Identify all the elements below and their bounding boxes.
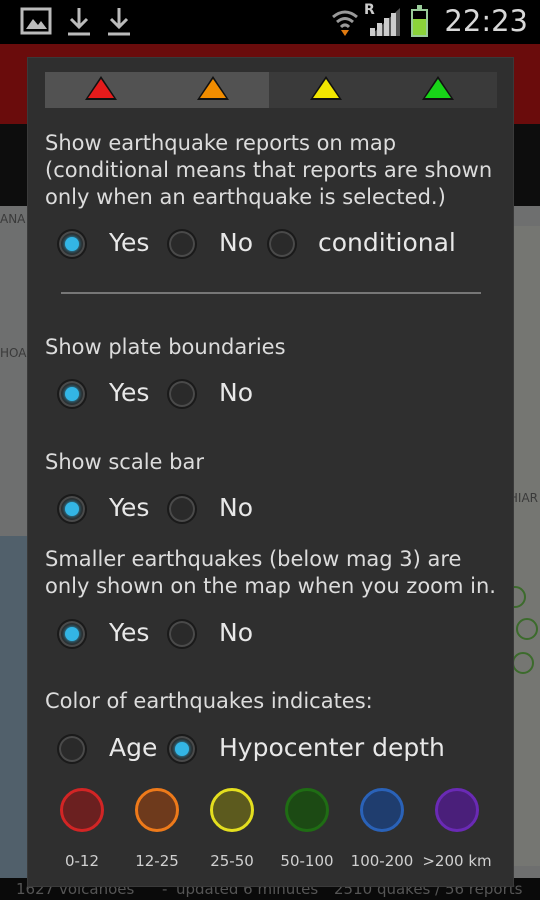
- section-divider: [61, 292, 481, 294]
- reports-no-radio[interactable]: [167, 229, 197, 259]
- plate-boundaries-no-label[interactable]: No: [219, 378, 253, 407]
- scale-bar-radio-group: Yes No: [45, 489, 505, 529]
- color-mode-depth-label[interactable]: Hypocenter depth: [219, 733, 445, 762]
- download-icon: [68, 8, 90, 36]
- depth-label: 100-200: [350, 852, 414, 870]
- small-quakes-description: only shown on the map when you zoom in.: [45, 574, 496, 598]
- settings-dialog: Show earthquake reports on map (conditio…: [27, 57, 514, 887]
- scale-bar-no-radio[interactable]: [167, 494, 197, 524]
- selected-range-highlight: [45, 72, 269, 108]
- status-bar: R 22:23: [0, 0, 540, 44]
- map-label: HOA: [0, 346, 27, 360]
- small-quakes-yes-radio[interactable]: [57, 619, 87, 649]
- small-quakes-radio-group: Yes No: [45, 614, 505, 654]
- reports-yes-label[interactable]: Yes: [109, 228, 149, 257]
- reports-conditional-label[interactable]: conditional: [318, 228, 456, 257]
- depth-label: 50-100: [280, 852, 334, 870]
- color-mode-age-radio[interactable]: [57, 734, 87, 764]
- depth-swatch-50-100: [285, 788, 329, 832]
- reports-setting-description: only when an earthquake is selected.): [45, 185, 446, 209]
- plate-boundaries-yes-radio[interactable]: [57, 379, 87, 409]
- scale-bar-yes-label[interactable]: Yes: [109, 493, 149, 522]
- plate-boundaries-yes-label[interactable]: Yes: [109, 378, 149, 407]
- download-icon: [108, 8, 130, 36]
- depth-swatch-12-25: [135, 788, 179, 832]
- reports-conditional-radio[interactable]: [267, 229, 297, 259]
- scale-bar-title: Show scale bar: [45, 450, 204, 474]
- wifi-icon: [332, 10, 358, 36]
- scale-bar-yes-radio[interactable]: [57, 494, 87, 524]
- warning-triangle-orange-icon: [197, 76, 229, 100]
- depth-label: >200 km: [422, 852, 492, 870]
- color-mode-age-label[interactable]: Age: [109, 733, 157, 762]
- reports-no-label[interactable]: No: [219, 228, 253, 257]
- triangle-legend-bar[interactable]: [45, 72, 497, 108]
- color-mode-radio-group: Age Hypocenter depth: [45, 729, 505, 769]
- warning-triangle-green-icon: [422, 76, 454, 100]
- warning-triangle-red-icon: [85, 76, 117, 100]
- reports-yes-radio[interactable]: [57, 229, 87, 259]
- battery-icon: [411, 5, 428, 37]
- reports-setting-description: (conditional means that reports are show…: [45, 158, 493, 182]
- color-mode-title: Color of earthquakes indicates:: [45, 689, 373, 713]
- plate-boundaries-no-radio[interactable]: [167, 379, 197, 409]
- depth-swatch-200-plus: [435, 788, 479, 832]
- reports-radio-group: Yes No conditional: [45, 224, 505, 264]
- small-quakes-no-label[interactable]: No: [219, 618, 253, 647]
- small-quakes-title: Smaller earthquakes (below mag 3) are: [45, 547, 462, 571]
- map-label: ANA: [0, 212, 26, 226]
- depth-swatch-25-50: [210, 788, 254, 832]
- reports-setting-title: Show earthquake reports on map: [45, 131, 397, 155]
- depth-swatch-100-200: [360, 788, 404, 832]
- scale-bar-no-label[interactable]: No: [219, 493, 253, 522]
- plate-boundaries-radio-group: Yes No: [45, 374, 505, 414]
- depth-label: 25-50: [210, 852, 254, 870]
- small-quakes-yes-label[interactable]: Yes: [109, 618, 149, 647]
- small-quakes-no-radio[interactable]: [167, 619, 197, 649]
- signal-icon: [370, 8, 400, 36]
- image-icon: [20, 7, 52, 35]
- depth-label: 12-25: [135, 852, 179, 870]
- plate-boundaries-title: Show plate boundaries: [45, 335, 286, 359]
- depth-label: 0-12: [64, 852, 100, 870]
- color-mode-depth-radio[interactable]: [167, 734, 197, 764]
- clock: 22:23: [444, 4, 528, 38]
- depth-swatch-0-12: [60, 788, 104, 832]
- warning-triangle-yellow-icon: [310, 76, 342, 100]
